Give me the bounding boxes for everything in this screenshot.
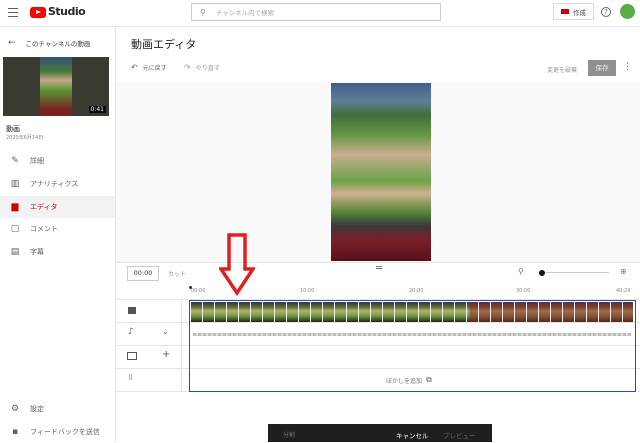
sidebar-item-settings[interactable]: ⚙ 設定 [0,398,115,420]
music-note-icon: ♪ [128,327,134,337]
preview-button[interactable]: プレビュー [443,430,476,440]
discard-changes-button[interactable]: 変更を破棄 [547,65,577,74]
zoom-out-icon[interactable]: ⚲ [518,267,524,276]
blur-grid-icon: ⠿ [128,374,134,382]
back-arrow-icon: ← [8,38,16,48]
add-icon[interactable]: + [162,349,170,360]
tick-label: 40:29 [616,288,631,294]
feedback-icon: ▪ [11,427,19,437]
red-down-arrow [219,233,255,297]
top-bar: Studio ⚲ チャンネル内で検索 作成 ? [0,0,640,27]
menu-icon[interactable] [8,8,18,17]
video-camera-icon [128,307,136,314]
page-title: 動画エディタ [131,38,197,51]
search-placeholder: チャンネル内で検索 [215,9,275,17]
tick-label: 20:00 [409,288,424,294]
back-to-channel-videos[interactable]: ← このチャンネルの動画 [0,36,115,50]
sidebar-item-editor[interactable]: ▆ エディタ [0,196,115,218]
search-input[interactable]: ⚲ チャンネル内で検索 [191,3,441,21]
search-icon: ⚲ [200,7,206,17]
cancel-button[interactable]: キャンセル [396,430,429,440]
sidebar-item-analytics[interactable]: ▥ アナリティクス [0,173,115,195]
timeline-toolbar: 00:00 カット ═ ⚲ ⊕ [116,262,640,284]
video-title: 動画 [6,125,20,133]
youtube-logo-icon[interactable] [30,7,46,18]
redo-button[interactable]: ↷ やり直す [184,63,220,72]
zoom-slider[interactable] [539,269,609,276]
pencil-icon: ✎ [11,156,19,166]
video-camera-icon [561,9,569,14]
chevron-down-icon[interactable]: ⌄ [162,327,169,336]
undo-button[interactable]: ↶ 元に戻す [131,63,167,72]
subtitles-icon: ▤ [10,247,20,257]
comment-icon: ▢ [10,224,20,234]
create-button[interactable]: 作成 [553,3,594,20]
studio-logo-text: Studio [48,5,86,18]
tick-label: 30:00 [516,288,531,294]
help-icon[interactable]: ? [601,7,611,17]
video-date: 2020年6月14日 [6,135,44,141]
video-thumbnail[interactable]: 0:41 [3,57,109,116]
analytics-icon: ▥ [10,179,20,189]
sidebar-item-details[interactable]: ✎ 詳細 [0,150,115,172]
save-button[interactable]: 保存 [588,60,616,76]
zoom-in-icon[interactable]: ⊕ [620,267,627,276]
sidebar-item-feedback[interactable]: ▪ フィードバックを送信 [0,421,115,443]
sidebar-item-subtitles[interactable]: ▤ 字幕 [0,241,115,263]
sidebar-item-comments[interactable]: ▢ コメント [0,218,115,240]
endscreen-icon [127,352,137,360]
editor-icon: ▆ [11,202,19,212]
tick-label: 00:00 [191,288,206,294]
video-duration: 0:41 [88,106,106,113]
undo-icon: ↶ [131,63,138,72]
more-options-icon[interactable]: ⋮ [623,62,632,72]
sidebar: ← このチャンネルの動画 0:41 動画 2020年6月14日 ✎ 詳細 ▥ アナリ… [0,28,116,442]
preview-area [116,82,640,262]
gear-icon: ⚙ [10,404,20,414]
drag-handle-icon[interactable]: ═ [376,263,382,274]
timeline-selection[interactable] [189,300,636,392]
tick-label: 10:00 [300,288,315,294]
bottom-action-bar: 分割 キャンセル プレビュー [268,424,492,442]
avatar[interactable] [620,4,635,19]
video-preview[interactable] [331,83,431,261]
time-input[interactable]: 00:00 [127,266,159,281]
redo-icon: ↷ [184,63,191,72]
split-button[interactable]: 分割 [283,430,295,439]
cut-button[interactable]: カット [168,269,186,278]
